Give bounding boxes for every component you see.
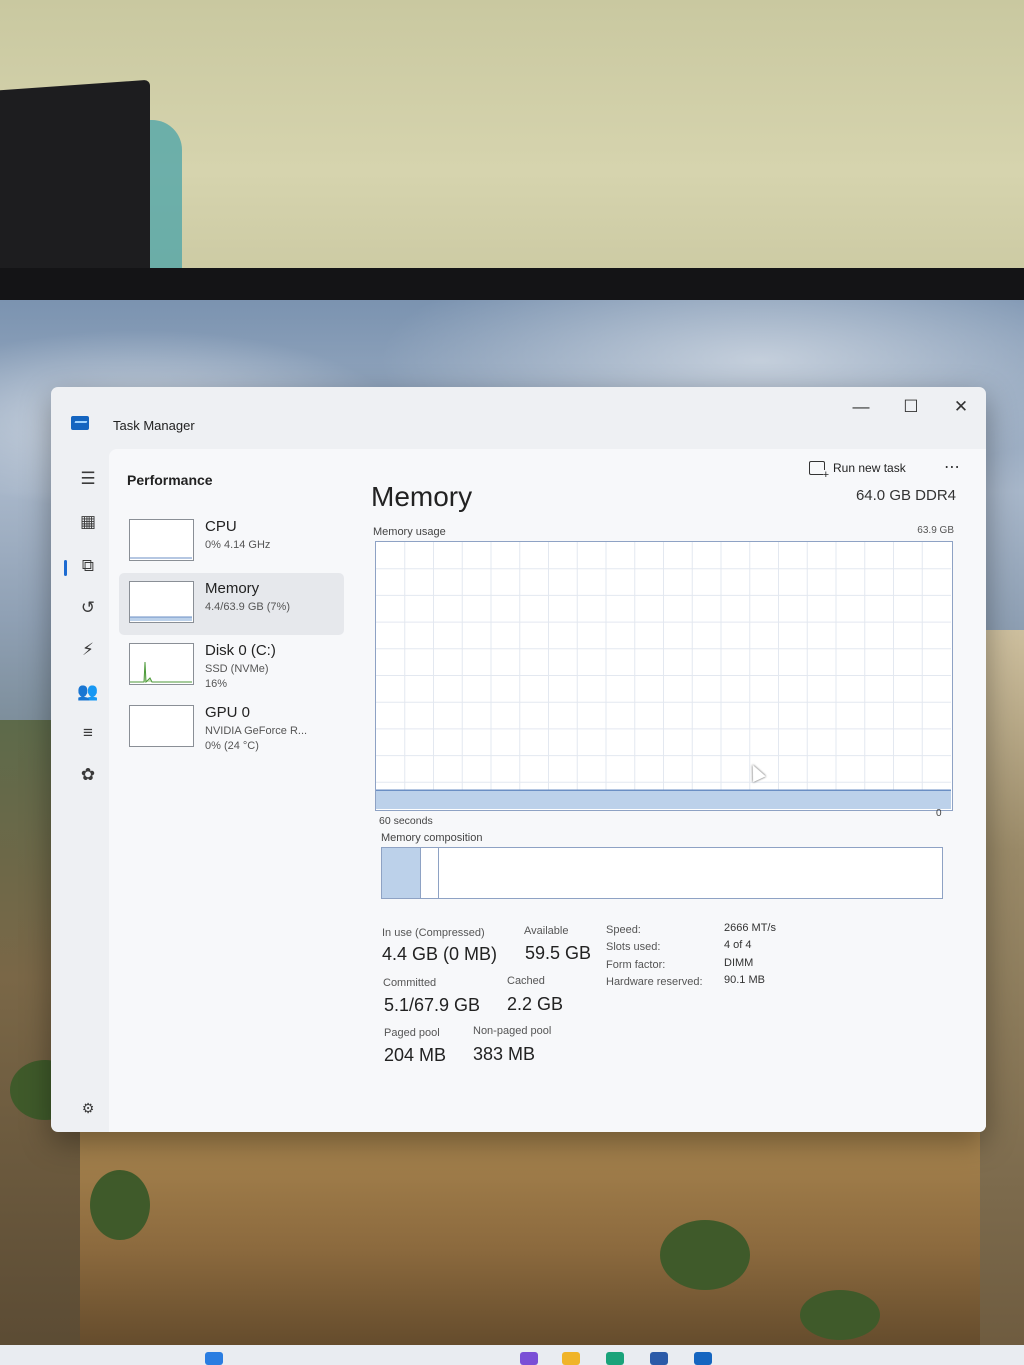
services-icon[interactable]: ✿	[70, 759, 106, 791]
run-task-icon	[809, 461, 829, 480]
users-icon[interactable]: 👥	[70, 676, 106, 708]
window-title: Task Manager	[113, 418, 195, 433]
form-factor-label: Form factor:	[606, 959, 666, 971]
resource-cpu[interactable]: CPU 0% 4.14 GHz	[119, 511, 344, 573]
disk-usage: 16%	[205, 678, 228, 690]
memory-usage-chart	[376, 542, 951, 809]
task-manager-icon	[71, 416, 89, 430]
usage-area	[376, 790, 951, 809]
monitor-bezel	[0, 268, 1024, 302]
start-icon[interactable]	[205, 1352, 223, 1365]
resource-detail: SSD (NVMe) 16%	[205, 662, 269, 692]
memory-thumbnail-graph	[129, 581, 194, 623]
browser-icon[interactable]	[606, 1352, 624, 1365]
app-history-icon[interactable]: ↺	[70, 592, 106, 624]
run-new-task-button[interactable]: Run new task	[809, 461, 906, 480]
committed-value: 5.1/67.9 GB	[384, 995, 481, 1015]
non-paged-pool-label: Non-paged pool	[473, 1025, 552, 1037]
in-use-label: In use (Compressed)	[382, 927, 485, 939]
title-bar[interactable]: Task Manager — ☐ ✕	[51, 387, 986, 449]
cached-value: 2.2 GB	[507, 994, 564, 1014]
close-button[interactable]: ✕	[941, 393, 981, 421]
hamburger-icon[interactable]: ☰	[70, 463, 106, 495]
active-indicator	[64, 560, 67, 576]
resource-disk[interactable]: Disk 0 (C:) SSD (NVMe) 16%	[119, 635, 344, 697]
resource-gpu[interactable]: GPU 0 NVIDIA GeForce R... 0% (24 °C)	[119, 697, 344, 759]
available-label: Available	[524, 925, 569, 937]
wallpaper-bush	[90, 1170, 150, 1240]
more-options-button[interactable]: ⋯	[944, 457, 961, 477]
usage-graph-label: Memory usage	[373, 526, 446, 538]
task-manager-taskbar-icon[interactable]	[694, 1352, 712, 1365]
hardware-reserved-value: 90.1 MB	[724, 974, 765, 986]
page-title: Performance	[127, 472, 213, 488]
memory-composition-bar	[381, 847, 943, 899]
startup-apps-icon[interactable]: ⚡	[70, 634, 106, 666]
taskbar-app-icon[interactable]	[650, 1352, 668, 1365]
disk-type: SSD (NVMe)	[205, 663, 269, 675]
resource-detail: 4.4/63.9 GB (7%)	[205, 601, 290, 613]
minimize-button[interactable]: —	[841, 393, 881, 421]
settings-icon[interactable]: ⚙	[70, 1092, 106, 1124]
second-monitor	[0, 79, 150, 291]
cpu-thumbnail-graph	[129, 519, 194, 561]
gpu-usage: 0% (24 °C)	[205, 740, 259, 752]
gpu-model: NVIDIA GeForce R...	[205, 725, 308, 737]
speed-label: Speed:	[606, 924, 641, 936]
memory-spec: 64.0 GB DDR4	[855, 487, 956, 504]
hardware-reserved-label: Hardware reserved:	[606, 976, 703, 988]
gpu-thumbnail-graph	[129, 705, 194, 747]
composition-in-use	[382, 848, 421, 898]
processes-icon[interactable]: ▦	[70, 506, 106, 538]
taskbar[interactable]	[0, 1345, 1024, 1365]
cached-label: Cached	[507, 975, 545, 987]
performance-icon[interactable]: ⧉	[70, 550, 106, 582]
memory-usage-graph	[375, 541, 953, 811]
available-value: 59.5 GB	[525, 943, 592, 963]
wallpaper-bush	[800, 1290, 880, 1340]
composition-label: Memory composition	[381, 832, 483, 844]
resource-name: GPU 0	[205, 704, 251, 721]
composition-modified	[421, 848, 439, 898]
paged-pool-label: Paged pool	[384, 1027, 440, 1039]
task-manager-window: Task Manager — ☐ ✕ ☰ ▦ ⧉ ↺ ⚡ 👥 ≡ ✿ ⚙ Per…	[51, 387, 986, 1132]
resource-detail: NVIDIA GeForce R... 0% (24 °C)	[205, 724, 307, 754]
run-new-task-label: Run new task	[833, 461, 906, 475]
resource-detail: 0% 4.14 GHz	[205, 539, 271, 551]
resource-memory[interactable]: Memory 4.4/63.9 GB (7%)	[119, 573, 344, 635]
navigation-rail: ☰ ▦ ⧉ ↺ ⚡ 👥 ≡ ✿ ⚙	[51, 449, 111, 1132]
performance-page: Performance Run new task ⋯ CPU 0% 4.14 G…	[109, 449, 986, 1132]
detail-title: Memory	[371, 481, 473, 512]
non-paged-pool-value: 383 MB	[473, 1044, 536, 1064]
form-factor-value: DIMM	[724, 957, 754, 969]
resource-name: CPU	[205, 518, 237, 535]
resource-name: Disk 0 (C:)	[205, 642, 276, 659]
details-icon[interactable]: ≡	[70, 717, 106, 749]
committed-label: Committed	[383, 977, 437, 989]
file-explorer-icon[interactable]	[562, 1352, 580, 1365]
maximize-button[interactable]: ☐	[891, 393, 931, 421]
wallpaper-bush	[660, 1220, 750, 1290]
usage-graph-max: 63.9 GB	[917, 525, 954, 536]
speed-value: 2666 MT/s	[724, 922, 776, 934]
paged-pool-value: 204 MB	[384, 1045, 447, 1065]
resource-list: CPU 0% 4.14 GHz Memory 4.4/63.9 GB (7%) …	[119, 511, 344, 759]
in-use-value: 4.4 GB (0 MB)	[382, 944, 498, 964]
slots-used-label: Slots used:	[606, 941, 661, 953]
disk-thumbnail-graph	[129, 643, 194, 685]
slots-used-value: 4 of 4	[724, 939, 752, 951]
taskbar-app-icon[interactable]	[520, 1352, 538, 1365]
resource-name: Memory	[205, 580, 260, 597]
graph-zero-label: 0	[936, 808, 942, 819]
graph-time-label: 60 seconds	[379, 815, 433, 827]
